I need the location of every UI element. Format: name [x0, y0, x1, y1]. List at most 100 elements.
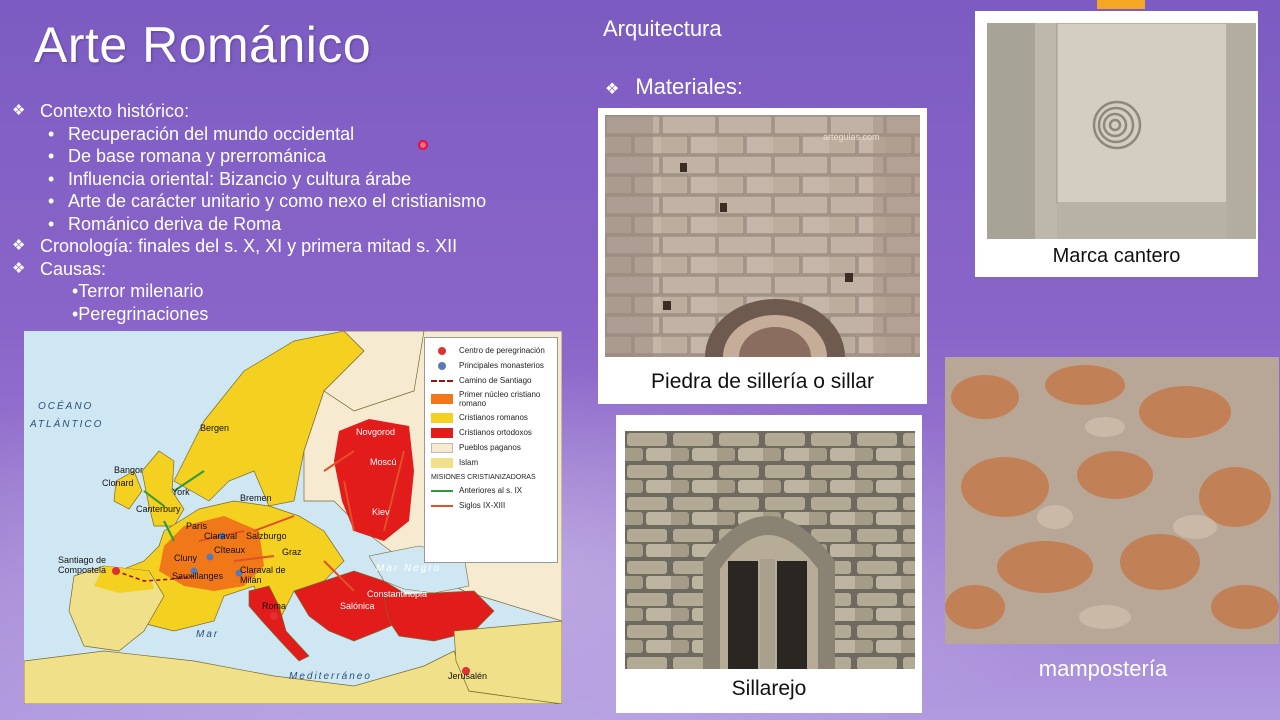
legend-label: Centro de peregrinación — [459, 346, 545, 355]
bullet-context: ❖ Contexto histórico: — [12, 100, 592, 123]
monastery-dot-icon — [431, 361, 453, 371]
cantero-photo — [987, 23, 1256, 239]
map-city-label: York — [172, 487, 190, 497]
legend-row: Cristianos romanos — [431, 410, 551, 425]
map-city-label: Cîteaux — [214, 545, 246, 555]
sillar-caption: Piedra de sillería o sillar — [651, 370, 874, 393]
cantero-image-card: Marca cantero — [975, 11, 1258, 277]
map-city-label: Novgorod — [356, 427, 396, 437]
sub-bullet: • Influencia oriental: Bizancio y cultura… — [12, 168, 592, 191]
laser-pointer — [418, 140, 428, 150]
map-city-label: Cluny — [174, 553, 198, 563]
legend-row: Siglos IX-XIII — [431, 498, 551, 513]
bullet-causes: ❖ Causas: — [12, 258, 592, 281]
causes-heading: Causas: — [40, 258, 107, 279]
map-city-label: Salzburgo — [246, 531, 287, 541]
dot-bullet-icon: • — [48, 191, 55, 211]
map-city-label: Canterbury — [136, 504, 181, 514]
map-city-label: Sauxillanges — [172, 571, 224, 581]
map-city-label: París — [186, 521, 208, 531]
map-city-label: Santiago de Compostela — [58, 555, 107, 575]
route-dash-icon — [431, 379, 453, 382]
legend-row: Principales monasterios — [431, 358, 551, 373]
legend-row: Islam — [431, 455, 551, 470]
sub-bullet: • Recuperación del mundo occidental — [12, 123, 592, 146]
dot-bullet-icon: • — [48, 146, 55, 166]
materials-heading: ❖ Materiales: — [605, 74, 743, 100]
bullet-chronology: ❖ Cronología: finales del s. X, XI y pri… — [12, 235, 592, 258]
legend-row: Pueblos paganos — [431, 440, 551, 455]
context-item: Arte de carácter unitario y como nexo el… — [68, 191, 487, 211]
sub-bullet: • De base romana y prerrománica — [12, 145, 592, 168]
legend-label: Cristianos ortodoxos — [459, 428, 532, 437]
map-city-label: Clonard — [102, 478, 134, 488]
legend-swatch — [431, 427, 453, 438]
map-legend: Centro de peregrinación Principales mona… — [424, 337, 558, 563]
map-city-label: Roma — [262, 601, 287, 611]
legend-label: Camino de Santiago — [459, 376, 532, 385]
sillar-watermark: arteguias.com — [823, 132, 880, 142]
context-item: De base romana y prerrománica — [68, 146, 327, 166]
context-heading: Contexto histórico: — [40, 101, 190, 121]
sillarejo-caption: Sillarejo — [731, 677, 807, 700]
legend-swatch — [431, 394, 453, 404]
map-city-label: Constantinopla — [367, 589, 428, 599]
map-city-label: Bergen — [200, 423, 230, 433]
map-city-label: Kiev — [372, 507, 390, 517]
legend-label: Cristianos romanos — [459, 413, 528, 422]
map-city-label: Jerusalén — [448, 671, 488, 681]
map-ocean-label: ATLÁNTICO — [30, 419, 104, 430]
context-item: Románico deriva de Roma — [68, 213, 282, 234]
legend-swatch — [431, 412, 453, 423]
map-city-label: Claraval de Milán — [240, 565, 286, 585]
sillar-image-card: arteguias.com Piedra de sillería o silla… — [598, 108, 927, 404]
context-item: Influencia oriental: Bizancio y cultura … — [68, 168, 412, 189]
diamond-bullet-icon: ❖ — [605, 81, 620, 98]
map-city-label: Salónica — [340, 601, 375, 611]
materials-label: Materiales: — [635, 74, 743, 99]
chronology-text: Cronología: finales del s. X, XI y prime… — [40, 236, 458, 256]
legend-row: Camino de Santiago — [431, 373, 551, 388]
legend-row: Anteriores al s. IX — [431, 483, 551, 498]
legend-swatch — [431, 442, 453, 453]
slide-title: Arte Románico — [34, 17, 372, 73]
red-arrow-icon — [431, 504, 453, 507]
legend-label: Pueblos paganos — [459, 443, 521, 452]
map-city-label: Bremen — [240, 493, 272, 503]
context-list: ❖ Contexto histórico: • Recuperación del … — [12, 100, 592, 325]
accent-tab — [1097, 0, 1145, 9]
legend-row: Primer núcleo cristiano romano — [431, 388, 551, 410]
diamond-bullet-icon: ❖ — [12, 102, 26, 119]
legend-row: Centro de peregrinación — [431, 343, 551, 358]
legend-row: Cristianos ortodoxos — [431, 425, 551, 440]
diamond-bullet-icon: ❖ — [12, 259, 26, 277]
legend-swatch — [431, 457, 453, 468]
green-arrow-icon — [431, 489, 453, 492]
map-city-label: Graz — [282, 547, 302, 557]
mamposteria-caption: mampostería — [1038, 656, 1168, 681]
diamond-bullet-icon: ❖ — [12, 237, 26, 254]
missions-heading: MISIONES CRISTIANIZADORAS — [431, 474, 536, 481]
map-city-label: Claraval — [204, 531, 238, 541]
legend-label: Primer núcleo cristiano romano — [459, 390, 541, 408]
sub-bullet: • Románico deriva de Roma — [12, 213, 592, 236]
context-item: Recuperación del mundo occidental — [68, 123, 355, 144]
dot-bullet-icon: • — [48, 123, 55, 144]
legend-label: Islam — [459, 458, 479, 467]
sillarejo-image-card: Sillarejo — [616, 415, 922, 713]
map-ocean-label: OCÉANO — [38, 401, 94, 412]
map-city-label: Bangor — [114, 465, 144, 475]
map-city-label: Moscú — [370, 457, 397, 467]
sillar-photo: arteguias.com — [605, 115, 920, 357]
map-sea-label: Mediterráneo — [289, 671, 372, 682]
cantero-caption: Marca cantero — [1052, 245, 1181, 267]
map-sea-label: Mar — [196, 629, 220, 640]
sillarejo-photo — [625, 431, 915, 669]
dot-bullet-icon: • — [48, 168, 55, 189]
pilgrim-dot-icon — [431, 346, 453, 356]
cause-item: •Terror milenario — [72, 281, 204, 301]
europe-map: OCÉANO ATLÁNTICO Mar Mediterráneo Mar Ne… — [24, 331, 562, 704]
legend-label: Anteriores al s. IX — [459, 486, 523, 495]
dot-bullet-icon: • — [48, 213, 55, 234]
architecture-title: Arquitectura — [603, 16, 722, 41]
